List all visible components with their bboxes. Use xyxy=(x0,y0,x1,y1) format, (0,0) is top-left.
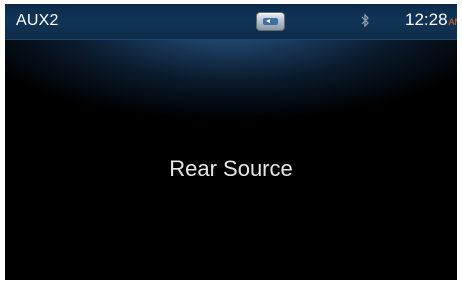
clock-time: 12:28 xyxy=(405,10,448,29)
tuner-tab-icon[interactable] xyxy=(256,12,285,31)
status-bar: AUX2 12:28AM xyxy=(5,4,457,40)
bluetooth-icon xyxy=(361,13,369,28)
clock: 12:28AM xyxy=(405,10,457,30)
rear-source-message: Rear Source xyxy=(169,156,293,181)
screen: AUX2 12:28AM Rear Source xyxy=(5,4,457,280)
clock-ampm: AM xyxy=(448,17,457,27)
source-label[interactable]: AUX2 xyxy=(16,12,59,30)
